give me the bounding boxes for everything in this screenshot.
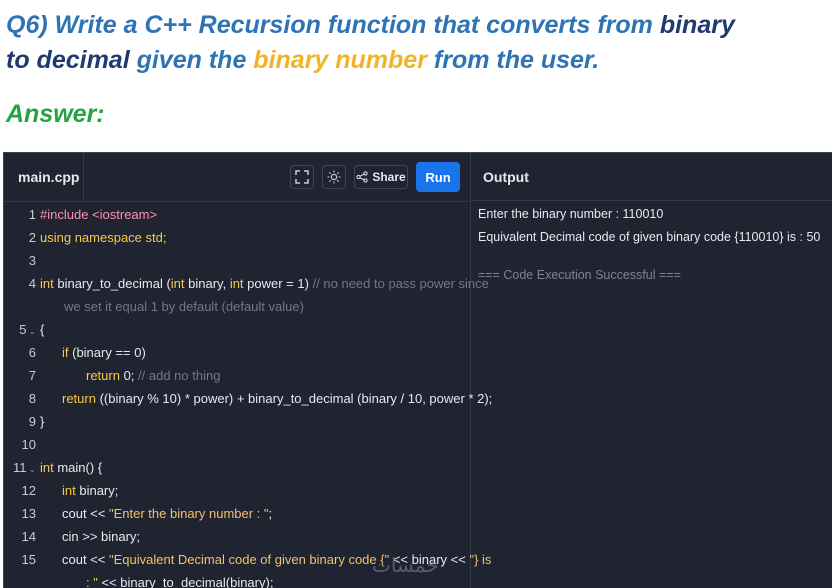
editor-toolbar: main.cpp Share Run [4, 153, 469, 202]
code-token: cin >> binary; [62, 529, 141, 544]
question-text-3: from the user. [426, 46, 600, 74]
line-number: 11 ⌄ [4, 460, 36, 475]
code-token: } [40, 414, 45, 429]
line-number: 4 [28, 276, 36, 291]
code-string: "} is [469, 552, 492, 567]
output-panel: Enter the binary number : 110010 Equival… [470, 201, 832, 588]
fold-arrow-icon[interactable]: ⌄ [28, 464, 36, 474]
question-text: Q6) Write a C++ Recursion function that … [6, 11, 660, 39]
answer-label: Answer: [6, 100, 105, 128]
code-comment: // no need to pass power since [312, 276, 489, 291]
code-token: cout << [62, 506, 109, 521]
line-number: 6 [28, 345, 36, 360]
line-number: 12 [21, 483, 36, 498]
line-number: 10 [21, 437, 36, 452]
code-comment: // add no thing [138, 368, 221, 383]
code-line: int main() { [40, 460, 102, 475]
code-token: int [229, 276, 244, 291]
code-token: binary_to_decimal ( [53, 276, 171, 291]
code-line: return ((binary % 10) * power) + binary_… [62, 391, 492, 406]
code-token: 0; [119, 368, 139, 383]
code-token: int [40, 460, 54, 475]
code-token: binary, [184, 276, 230, 291]
question-line-1: Q6) Write a C++ Recursion function that … [6, 10, 735, 40]
question-binary-word: binary [659, 11, 735, 39]
code-token: main() { [53, 460, 103, 475]
line-number-value: 5 [19, 322, 27, 337]
output-line: Equivalent Decimal code of given binary … [478, 230, 821, 244]
share-icon [356, 171, 368, 183]
line-number: 8 [28, 391, 36, 406]
code-token: cout << [62, 552, 109, 567]
question-line-2: to decimal given the binary number from … [6, 45, 599, 75]
code-line: using namespace std; [40, 230, 166, 245]
code-token: int [62, 483, 76, 498]
share-button[interactable]: Share [354, 165, 408, 189]
line-number: 7 [28, 368, 36, 383]
code-token: return [62, 391, 96, 406]
code-token: using namespace std; [40, 230, 167, 245]
code-string: "Equivalent Decimal code of given binary… [108, 552, 390, 567]
code-line: cout << "Enter the binary number : "; [62, 506, 272, 521]
fold-arrow-icon[interactable]: ⌄ [28, 326, 36, 336]
code-token: { [40, 322, 45, 337]
fullscreen-icon [295, 170, 309, 184]
file-tab[interactable]: main.cpp [4, 153, 84, 201]
code-line: } [40, 414, 44, 429]
code-line: int binary; [62, 483, 118, 498]
code-line: #include <iostream> [40, 207, 157, 222]
code-token: << binary_to_decimal(binary); [97, 575, 274, 588]
theme-toggle-icon [327, 170, 341, 184]
line-number: 15 [21, 552, 36, 567]
code-line: return 0; // add no thing [86, 368, 220, 383]
code-line: int binary_to_decimal (int binary, int p… [40, 276, 489, 291]
line-number: 2 [28, 230, 36, 245]
theme-toggle-button[interactable] [322, 165, 346, 189]
line-number: 1 [28, 207, 36, 222]
line-number-value: 11 [12, 460, 27, 475]
question-text-2: given the [129, 46, 254, 74]
code-line: cin >> binary; [62, 529, 140, 544]
line-number: 14 [21, 529, 36, 544]
code-token: #include <iostream> [40, 207, 158, 222]
code-line-wrap: : " << binary_to_decimal(binary); [86, 575, 273, 588]
code-line: if (binary == 0) [62, 345, 146, 360]
run-button[interactable]: Run [416, 162, 460, 192]
code-token: return [86, 368, 120, 383]
code-line-wrap: we set it equal 1 by default (default va… [64, 299, 304, 314]
code-token: ((binary % 10) * power) + binary_to_deci… [95, 391, 493, 406]
share-label: Share [372, 170, 406, 184]
question-binary-number: binary number [253, 46, 427, 74]
line-number: 13 [21, 506, 36, 521]
code-token: int [40, 276, 54, 291]
watermark-logo: خمسات [372, 553, 439, 577]
question-to-decimal: to decimal [6, 46, 130, 74]
code-string: : " [86, 575, 98, 588]
code-token: binary; [75, 483, 119, 498]
code-token: (binary == 0) [68, 345, 146, 360]
code-comment: we set it equal 1 by default (default va… [64, 299, 304, 314]
code-token: int [170, 276, 185, 291]
output-header: Output [470, 153, 832, 201]
line-number: 3 [28, 253, 36, 268]
code-token: ; [268, 506, 273, 521]
line-number: 5 ⌄ [4, 322, 36, 337]
output-success-line: === Code Execution Successful === [478, 268, 681, 282]
code-line: { [40, 322, 44, 337]
fullscreen-button[interactable] [290, 165, 314, 189]
code-string: "Enter the binary number : " [108, 506, 269, 521]
code-token: power = 1) [243, 276, 313, 291]
code-editor: main.cpp Share Run Output Enter the bina… [3, 152, 832, 588]
output-line: Enter the binary number : 110010 [478, 207, 664, 221]
line-number: 9 [28, 414, 36, 429]
